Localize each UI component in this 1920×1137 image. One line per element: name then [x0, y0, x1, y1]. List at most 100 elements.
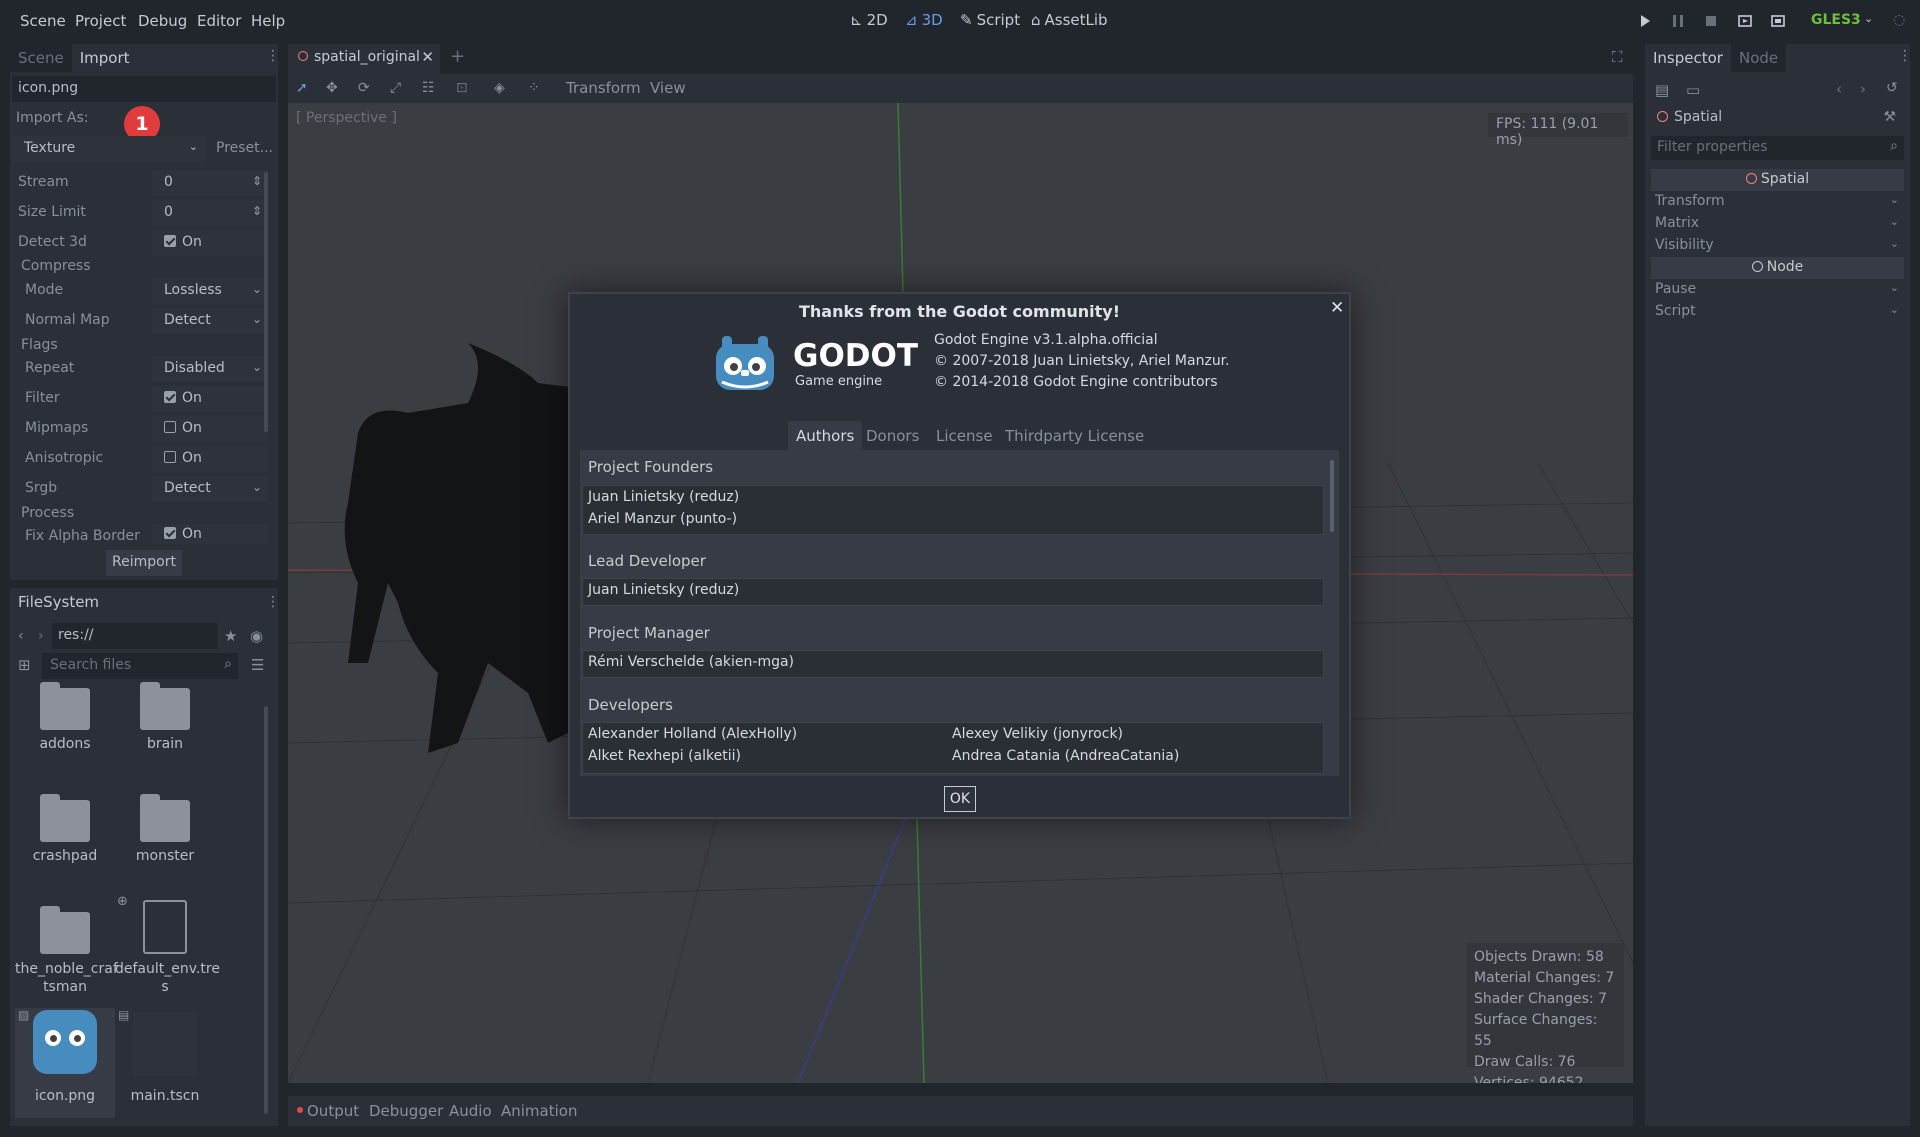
tab-thirdparty-license[interactable]: Thirdparty License: [997, 421, 1152, 451]
renderer-select[interactable]: GLES3: [1811, 12, 1861, 28]
tab-filesystem[interactable]: FileSystem: [10, 588, 100, 616]
section-process[interactable]: Process: [21, 505, 74, 521]
import-type-select[interactable]: Texture ⌄: [12, 136, 206, 162]
mode-script-button[interactable]: ✎ Script: [960, 11, 1020, 29]
section-transform[interactable]: Transform ⌄: [1651, 191, 1903, 213]
tab-debugger[interactable]: Debugger: [369, 1102, 443, 1120]
ok-button[interactable]: OK: [944, 786, 976, 812]
dock-menu-icon[interactable]: ⋮: [266, 48, 280, 64]
fs-item-addons[interactable]: addons: [15, 682, 115, 752]
search-files-input[interactable]: Search files ⌕: [42, 653, 238, 679]
fs-item-main-tscn[interactable]: main.tscn: [115, 1008, 215, 1104]
tab-import[interactable]: Import: [71, 44, 138, 72]
section-flags[interactable]: Flags: [21, 337, 58, 353]
chevron-down-icon[interactable]: ⌄: [1864, 12, 1873, 25]
close-icon[interactable]: ✕: [1330, 298, 1344, 318]
filter-properties-input[interactable]: Filter properties ⌕: [1651, 136, 1904, 160]
snap-icon[interactable]: ⁘: [528, 80, 540, 96]
stream-spinbox[interactable]: 0: [152, 170, 268, 196]
scene-tab-spatial-original[interactable]: spatial_original ✕: [288, 44, 440, 74]
fs-item-crashpad[interactable]: crashpad: [15, 794, 115, 864]
mipmaps-checkbox[interactable]: On: [152, 416, 268, 442]
size-limit-spinbox[interactable]: 0: [152, 200, 268, 226]
srgb-select[interactable]: Detect: [152, 476, 268, 502]
anisotropic-checkbox[interactable]: On: [152, 446, 268, 472]
filter-checkbox[interactable]: On: [152, 386, 268, 412]
history-back-icon[interactable]: ‹: [1836, 80, 1842, 98]
inspected-node[interactable]: Spatial ⚒: [1651, 106, 1904, 130]
tab-scene[interactable]: Scene: [10, 44, 72, 72]
menu-help[interactable]: Help: [251, 12, 285, 30]
move-tool-icon[interactable]: ✥: [326, 80, 338, 96]
back-icon[interactable]: ‹: [18, 628, 24, 644]
spin-icon[interactable]: ⇕: [252, 204, 262, 218]
local-space-icon[interactable]: ◈: [494, 80, 505, 96]
tree-toggle-icon[interactable]: ⊞: [18, 656, 31, 674]
perspective-label[interactable]: [ Perspective ]: [296, 110, 397, 126]
open-folder-icon[interactable]: ▭: [1686, 81, 1700, 99]
tab-authors[interactable]: Authors: [788, 421, 863, 451]
tab-donors[interactable]: Donors: [858, 421, 927, 451]
list-view-icon[interactable]: ☰: [251, 656, 264, 674]
authors-scrollbar[interactable]: [1330, 460, 1334, 532]
eye-icon[interactable]: ◉: [250, 627, 263, 645]
forward-icon[interactable]: ›: [38, 628, 44, 644]
new-resource-icon[interactable]: ▤: [1655, 81, 1669, 99]
repeat-select[interactable]: Disabled: [152, 356, 268, 382]
menu-debug[interactable]: Debug: [138, 12, 187, 30]
fs-item-noble-craftsman[interactable]: the_noble_craf tsman: [15, 906, 118, 996]
fs-item-monster[interactable]: monster: [115, 794, 215, 864]
menu-editor[interactable]: Editor: [197, 12, 241, 30]
lock-icon[interactable]: ⊡: [456, 80, 468, 96]
view-menu[interactable]: View: [650, 79, 686, 97]
authors-list[interactable]: Project Founders Juan Linietsky (reduz) …: [580, 450, 1339, 776]
history-icon[interactable]: ↺: [1886, 80, 1898, 96]
play-custom-scene-icon[interactable]: [1770, 13, 1786, 29]
dock-menu-icon[interactable]: ⋮: [1898, 48, 1912, 64]
detect-3d-checkbox[interactable]: On: [152, 230, 268, 256]
stop-icon[interactable]: [1703, 13, 1719, 29]
section-visibility[interactable]: Visibility ⌄: [1651, 235, 1903, 257]
fs-item-default-env[interactable]: default_env.tre s: [115, 900, 220, 996]
menu-scene[interactable]: Scene: [20, 12, 66, 30]
pause-icon[interactable]: [1670, 13, 1686, 29]
play-scene-icon[interactable]: [1737, 13, 1753, 29]
import-scrollbar[interactable]: [264, 172, 268, 432]
dock-menu-icon[interactable]: ⋮: [266, 594, 280, 610]
menu-project[interactable]: Project: [75, 12, 126, 30]
section-script[interactable]: Script ⌄: [1651, 301, 1903, 323]
close-tab-icon[interactable]: ✕: [421, 48, 434, 66]
add-tab-icon[interactable]: +: [450, 46, 465, 67]
filesystem-scrollbar[interactable]: [264, 706, 268, 1114]
normal-map-select[interactable]: Detect: [152, 308, 268, 334]
section-pause[interactable]: Pause ⌄: [1651, 279, 1903, 301]
history-forward-icon[interactable]: ›: [1860, 80, 1866, 98]
fullscreen-icon[interactable]: ⛶: [1612, 48, 1623, 66]
fs-item-brain[interactable]: brain: [115, 682, 215, 752]
scale-tool-icon[interactable]: ⤢: [390, 80, 401, 96]
select-tool-icon[interactable]: ➚: [296, 80, 308, 96]
tab-audio[interactable]: Audio: [449, 1102, 492, 1120]
fix-alpha-border-checkbox[interactable]: On: [152, 524, 268, 544]
path-field[interactable]: res://: [52, 623, 218, 649]
reimport-button[interactable]: Reimport: [106, 550, 182, 576]
mode-assetlib-button[interactable]: ⌂ AssetLib: [1031, 11, 1108, 29]
rotate-tool-icon[interactable]: ⟳: [358, 80, 370, 96]
mode-select[interactable]: Lossless: [152, 278, 268, 304]
section-matrix[interactable]: Matrix ⌄: [1651, 213, 1903, 235]
mode-3d-button[interactable]: ⊿ 3D: [905, 11, 943, 29]
transform-menu[interactable]: Transform: [566, 79, 641, 97]
mode-2d-button[interactable]: ⊾ 2D: [850, 11, 888, 29]
spin-icon[interactable]: ⇕: [252, 174, 262, 188]
tab-license[interactable]: License: [928, 421, 1001, 451]
list-select-icon[interactable]: ☷: [422, 80, 435, 96]
play-icon[interactable]: [1637, 13, 1653, 29]
tab-output[interactable]: Output: [307, 1102, 359, 1120]
favorite-star-icon[interactable]: ★: [224, 627, 237, 645]
section-compress[interactable]: Compress: [21, 258, 91, 274]
tab-node[interactable]: Node: [1730, 44, 1787, 72]
tab-inspector[interactable]: Inspector: [1645, 44, 1731, 72]
tools-icon[interactable]: ⚒: [1883, 109, 1896, 125]
preset-button[interactable]: Preset...: [208, 136, 276, 162]
fs-item-icon-png[interactable]: icon.png: [15, 1008, 115, 1118]
